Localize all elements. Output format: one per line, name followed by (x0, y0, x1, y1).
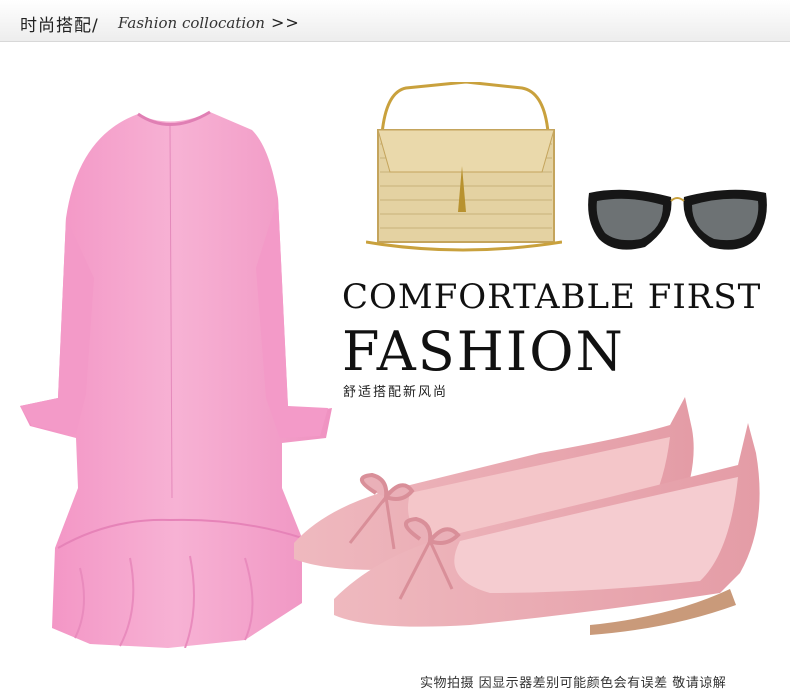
section-title-cn: 时尚搭配/ (20, 16, 99, 36)
section-header: 时尚搭配/ Fashion collocation >> (0, 0, 790, 42)
pink-flats-image (294, 397, 760, 635)
pink-dress-image (20, 110, 332, 648)
section-title-en: Fashion collocation (118, 14, 265, 32)
headline-fashion: FASHION (342, 320, 625, 383)
sunglasses-image (588, 189, 767, 250)
gold-bag-image (366, 82, 562, 252)
headline-comfortable-first: COMFORTABLE FIRST (342, 277, 762, 317)
photo-disclaimer: 实物拍摄 因显示器差别可能颜色会有误差 敬请谅解 (420, 676, 727, 691)
section-arrows: >> (271, 13, 300, 32)
